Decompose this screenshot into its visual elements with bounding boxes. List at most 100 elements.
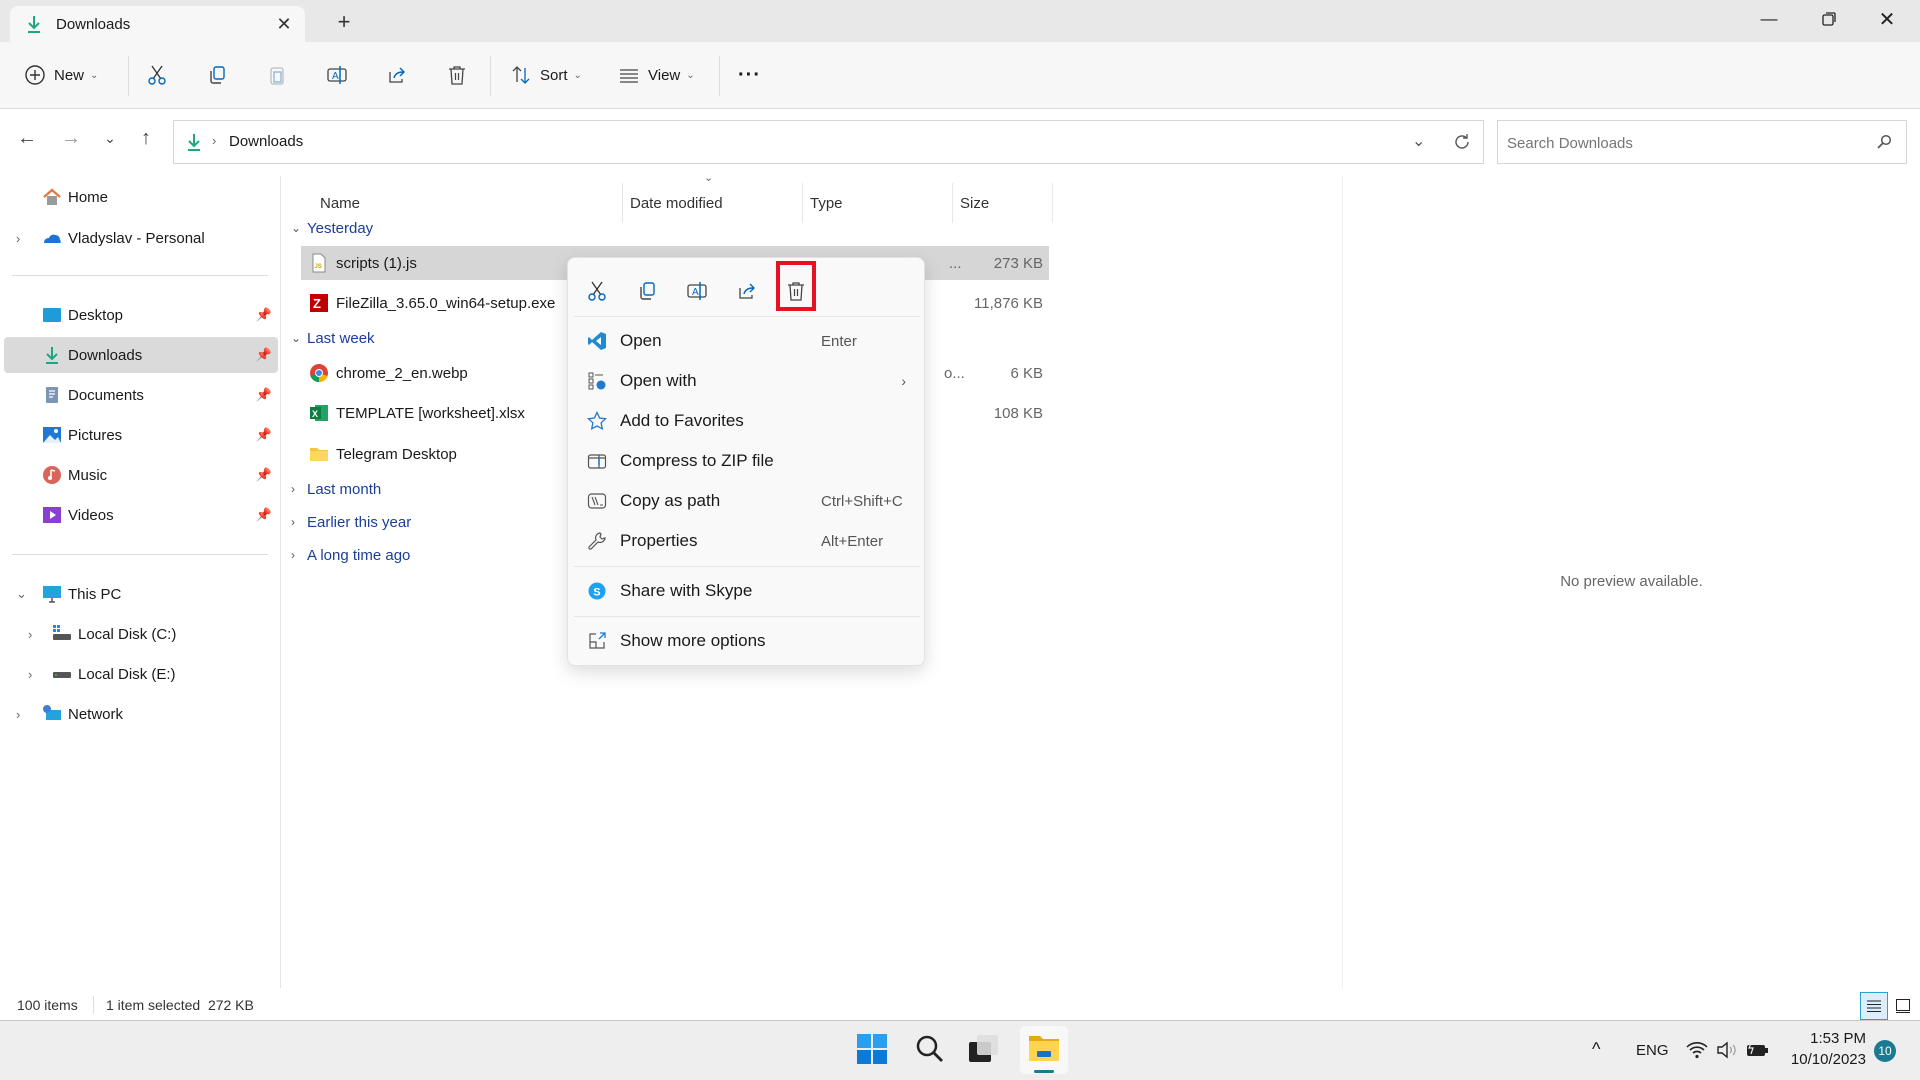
menu-item-add-to-favorites[interactable]: Add to Favorites (574, 402, 920, 440)
ctx-copy-button[interactable] (630, 274, 664, 308)
menu-item-compress-zip[interactable]: Compress to ZIP file (574, 442, 920, 480)
item-count: 100 items (17, 997, 78, 1013)
paste-button[interactable] (266, 56, 288, 94)
tab-downloads[interactable]: Downloads ✕ (10, 6, 305, 42)
breadcrumb-downloads[interactable]: Downloads (229, 133, 303, 150)
more-options-button[interactable]: ··· (738, 56, 761, 94)
sidebar-item-this-pc[interactable]: ⌄ This PC (4, 576, 278, 612)
chevron-right-icon[interactable]: › (28, 627, 32, 642)
pin-icon[interactable]: 📌 (256, 467, 272, 483)
forward-button[interactable]: → (57, 124, 85, 152)
menu-item-copy-as-path[interactable]: Copy as path Ctrl+Shift+C (574, 482, 920, 520)
menu-item-open[interactable]: Open Enter (574, 322, 920, 360)
menu-item-show-more-options[interactable]: Show more options (574, 622, 920, 660)
sidebar-item-pictures[interactable]: Pictures 📌 (4, 417, 278, 453)
ctx-share-button[interactable] (730, 274, 764, 308)
task-view-button[interactable] (968, 1033, 1004, 1069)
sidebar-item-network[interactable]: › Network (4, 696, 278, 732)
menu-item-open-with[interactable]: Open with › (574, 362, 920, 400)
large-icons-view-button[interactable] (1891, 994, 1915, 1018)
divider (12, 554, 268, 555)
copy-icon (210, 66, 225, 84)
sidebar-item-videos[interactable]: Videos 📌 (4, 497, 278, 533)
zip-icon (586, 450, 608, 472)
rename-button[interactable]: A (326, 56, 348, 94)
menu-item-share-with-skype[interactable]: S Share with Skype (574, 572, 920, 610)
chevron-right-icon: › (291, 515, 295, 529)
sidebar-item-onedrive[interactable]: › Vladyslav - Personal (4, 220, 278, 256)
up-button[interactable]: ↑ (132, 124, 160, 152)
restore-button[interactable] (1800, 0, 1858, 38)
js-file-icon: JS (312, 253, 326, 273)
minimize-button[interactable]: — (1740, 0, 1798, 38)
group-header-a-long-time-ago[interactable]: › A long time ago (291, 541, 410, 569)
volume-icon[interactable] (1716, 1040, 1738, 1060)
start-button[interactable] (856, 1033, 892, 1069)
file-explorer-taskbar-button[interactable] (1020, 1026, 1068, 1074)
column-header-date-modified[interactable]: Date modified (630, 183, 723, 223)
chevron-right-icon: › (291, 548, 295, 562)
search-box[interactable] (1497, 120, 1907, 164)
copy-button[interactable] (206, 56, 228, 94)
scissors-icon (148, 65, 166, 85)
share-button[interactable] (386, 56, 408, 94)
sidebar-item-local-disk-c[interactable]: › Local Disk (C:) (4, 616, 278, 652)
pictures-icon (43, 427, 61, 443)
chevron-down-icon[interactable]: ⌄ (16, 586, 27, 602)
search-taskbar-button[interactable] (914, 1033, 950, 1069)
delete-highlight-box (776, 261, 816, 311)
search-input[interactable] (1507, 131, 1857, 155)
address-bar[interactable]: › Downloads ⌄ (173, 120, 1484, 164)
pin-icon[interactable]: 📌 (256, 347, 272, 363)
sidebar-item-home[interactable]: Home (4, 179, 278, 215)
notification-badge[interactable]: 10 (1874, 1040, 1896, 1062)
ctx-rename-button[interactable]: A (680, 274, 714, 308)
view-button[interactable]: View ⌄ (618, 56, 695, 94)
refresh-icon[interactable] (1452, 132, 1472, 152)
column-resize-handle[interactable] (622, 183, 623, 223)
clock-time[interactable]: 1:53 PM (1778, 1030, 1866, 1047)
language-indicator[interactable]: ENG (1636, 1042, 1669, 1059)
sidebar-item-downloads[interactable]: Downloads 📌 (4, 337, 278, 373)
sidebar-item-local-disk-e[interactable]: › Local Disk (E:) (4, 656, 278, 692)
pin-icon[interactable]: 📌 (256, 507, 272, 523)
back-button[interactable]: ← (13, 124, 41, 152)
group-header-earlier-this-year[interactable]: › Earlier this year (291, 508, 411, 536)
group-header-last-month[interactable]: › Last month (291, 475, 381, 503)
pin-icon[interactable]: 📌 (256, 387, 272, 403)
close-window-button[interactable]: ✕ (1858, 0, 1916, 38)
column-header-size[interactable]: Size (960, 183, 989, 223)
column-header-type[interactable]: Type (810, 183, 843, 223)
menu-item-properties[interactable]: Properties Alt+Enter (574, 522, 920, 560)
pin-icon[interactable]: 📌 (256, 427, 272, 443)
show-hidden-icons-button[interactable]: ^ (1592, 1039, 1600, 1060)
chevron-right-icon[interactable]: › (16, 707, 20, 722)
sidebar-item-documents[interactable]: Documents 📌 (4, 377, 278, 413)
chevron-right-icon[interactable]: › (28, 667, 32, 682)
wifi-icon[interactable] (1686, 1040, 1708, 1060)
cut-button[interactable] (146, 56, 168, 94)
group-header-yesterday[interactable]: ⌄ Yesterday (291, 214, 373, 242)
group-header-last-week[interactable]: ⌄ Last week (291, 324, 375, 352)
close-tab-icon[interactable]: ✕ (273, 13, 295, 35)
sidebar-item-desktop[interactable]: Desktop 📌 (4, 297, 278, 333)
delete-button[interactable] (446, 56, 468, 94)
sidebar-item-music[interactable]: Music 📌 (4, 457, 278, 493)
star-icon (586, 410, 608, 432)
new-tab-button[interactable]: + (330, 8, 358, 36)
chevron-right-icon[interactable]: › (16, 231, 20, 246)
address-history-chevron-icon[interactable]: ⌄ (1412, 131, 1425, 151)
clock-date[interactable]: 10/10/2023 (1778, 1051, 1866, 1068)
chevron-down-icon: ⌄ (573, 69, 582, 81)
ctx-cut-button[interactable] (580, 274, 614, 308)
column-resize-handle[interactable] (1052, 183, 1053, 223)
details-view-button[interactable] (1860, 992, 1888, 1020)
battery-charging-icon[interactable] (1746, 1040, 1770, 1060)
pin-icon[interactable]: 📌 (256, 307, 272, 323)
recent-locations-button[interactable]: ⌄ (96, 124, 124, 152)
column-resize-handle[interactable] (802, 183, 803, 223)
column-resize-handle[interactable] (952, 183, 953, 223)
chevron-down-icon: ⌄ (104, 129, 116, 146)
sort-button[interactable]: Sort ⌄ (510, 56, 582, 94)
new-button[interactable]: New ⌄ (24, 56, 98, 94)
